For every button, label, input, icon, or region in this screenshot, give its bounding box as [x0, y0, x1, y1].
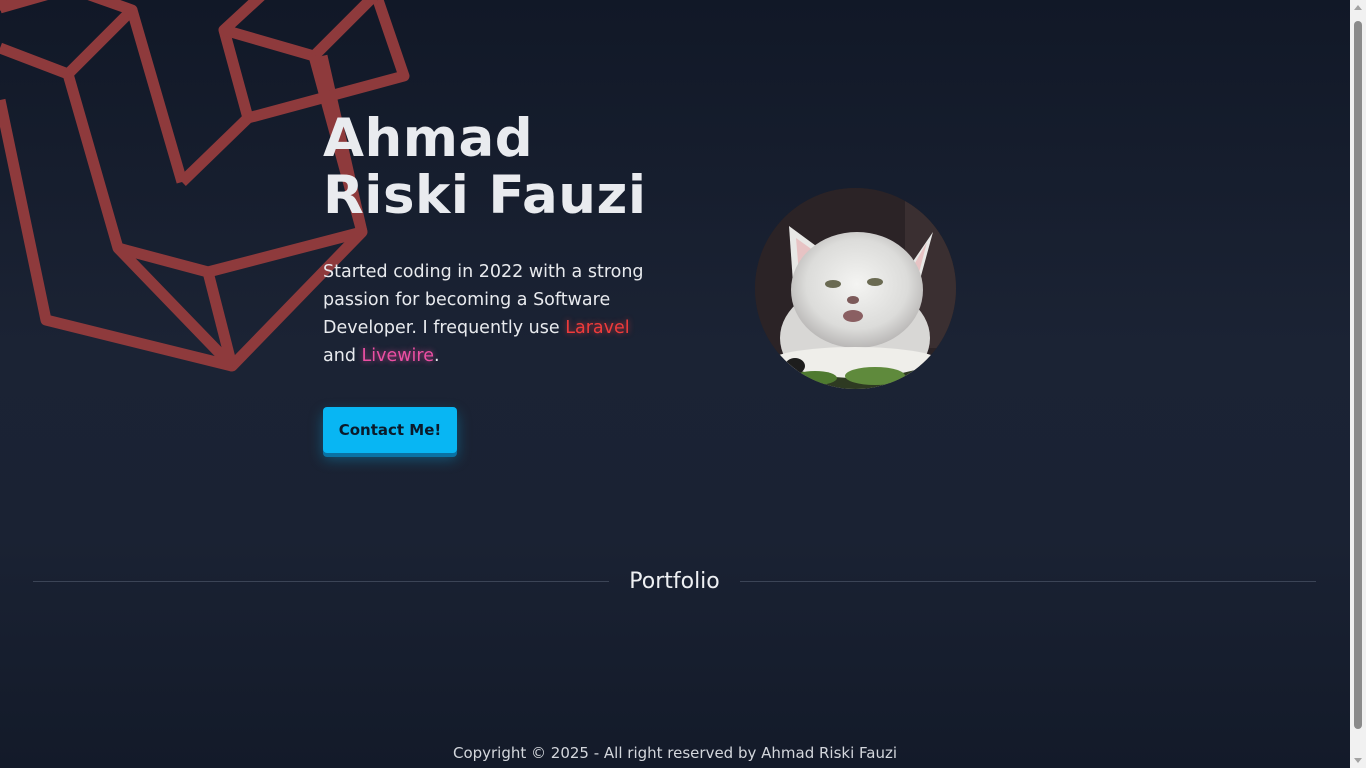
divider-left — [33, 580, 610, 582]
hero-section: Ahmad Riski Fauzi Started coding in 2022… — [323, 110, 683, 370]
avatar — [755, 188, 956, 389]
bio-and: and — [323, 346, 362, 366]
divider-right — [739, 580, 1317, 582]
hero-title: Ahmad Riski Fauzi — [323, 108, 647, 226]
footer-copyright: Copyright © 2025 - All right reserved by… — [452, 744, 898, 762]
bio-end: . — [434, 346, 440, 366]
scrollbar-thumb[interactable] — [1354, 21, 1362, 729]
vertical-scrollbar[interactable] — [1350, 0, 1366, 768]
scroll-up-arrow-icon[interactable] — [1354, 5, 1362, 10]
page: Ahmad Riski Fauzi Started coding in 2022… — [0, 0, 1350, 768]
portfolio-title: Portfolio — [629, 568, 720, 594]
laravel-highlight: Laravel — [565, 318, 630, 338]
cat-avatar-icon — [755, 188, 956, 389]
portfolio-section-heading: Portfolio — [33, 565, 1317, 597]
scroll-down-arrow-icon[interactable] — [1354, 758, 1362, 763]
contact-me-button[interactable]: Contact Me! — [323, 407, 457, 453]
livewire-highlight: Livewire — [361, 346, 435, 366]
hero-bio: Started coding in 2022 with a strong pas… — [323, 258, 668, 370]
